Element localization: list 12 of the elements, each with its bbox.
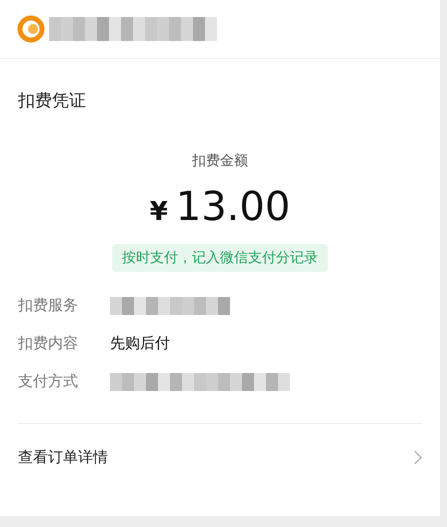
card-title: 扣费凭证 [18,90,87,112]
chevron-right-icon [413,450,422,464]
field-label: 扣费内容 [18,334,79,353]
amount-label: 扣费金额 [191,152,249,170]
order-details-link[interactable]: 查看订单详情 [18,424,422,490]
currency-symbol: ¥ [150,197,168,227]
status-badge: 按时支付，记入微信支付分记录 [112,244,328,272]
field-label: 支付方式 [18,372,79,391]
field-label: 扣费服务 [18,296,79,315]
amount-value: 13.00 [176,184,290,230]
field-value: 先购后付 [110,334,170,353]
logo-icon [17,15,45,43]
